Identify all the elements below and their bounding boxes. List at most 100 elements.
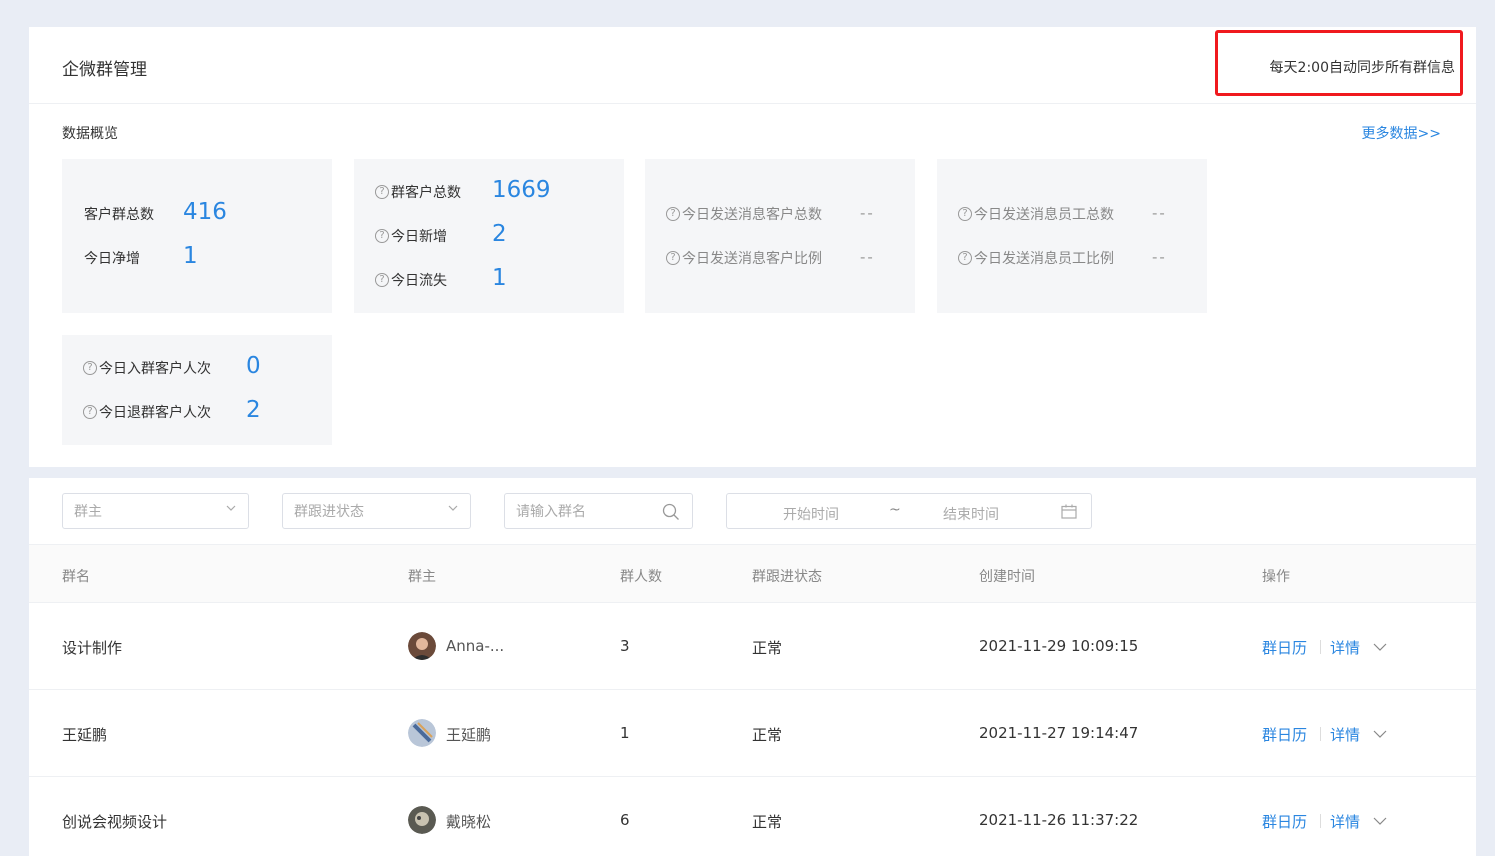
stat-row: ? 今日入群客户人次	[83, 353, 211, 383]
chevron-down-icon[interactable]	[1373, 641, 1387, 653]
group-name: 王延鹏	[62, 726, 108, 744]
help-circle-icon[interactable]: ?	[375, 185, 389, 199]
stat-label: 今日净增	[84, 251, 140, 267]
page-title: 企微群管理	[62, 60, 147, 80]
follow-status: 正常	[752, 726, 783, 744]
stat-value: 1	[183, 243, 198, 269]
divider	[1320, 814, 1321, 828]
owner-select[interactable]: 群主	[62, 493, 249, 529]
stat-label: 今日退群客户人次	[99, 405, 211, 421]
help-circle-icon[interactable]: ?	[83, 361, 97, 375]
group-calendar-link[interactable]: 群日历	[1262, 724, 1307, 745]
overview-panel: 企微群管理 每天2:00自动同步所有群信息 数据概览 更多数据>> 客户群总数 …	[29, 27, 1476, 467]
help-circle-icon[interactable]: ?	[958, 251, 972, 265]
stat-label: 客户群总数	[84, 207, 154, 223]
stat-row: ? 今日发送消息客户比例	[666, 243, 822, 273]
status-select-placeholder: 群跟进状态	[294, 504, 364, 520]
help-circle-icon[interactable]: ?	[375, 229, 389, 243]
stat-row: 今日净增	[84, 243, 140, 273]
column-header: 群名	[62, 569, 90, 585]
search-icon[interactable]	[662, 503, 680, 521]
date-range-picker[interactable]: 开始时间 ~ 结束时间	[726, 493, 1092, 529]
follow-status: 正常	[752, 639, 783, 657]
table-header: 群名 群主 群人数 群跟进状态 创建时间 操作	[29, 544, 1476, 603]
group-name: 设计制作	[62, 639, 123, 657]
range-separator: ~	[889, 502, 901, 518]
table-row: 创说会视频设计 戴晓松 6 正常 2021-11-26 11:37:22 群日历…	[29, 777, 1476, 856]
stat-card-groups: 客户群总数 416 今日净增 1	[62, 159, 332, 313]
stat-card-customers: ? 群客户总数 1669 ? 今日新增 2 ? 今日流失 1	[354, 159, 624, 313]
chevron-down-icon[interactable]	[1373, 815, 1387, 827]
stat-card-join-leave: ? 今日入群客户人次 0 ? 今日退群客户人次 2	[62, 335, 332, 445]
stat-row: ? 今日发送消息员工比例	[958, 243, 1114, 273]
column-header: 群主	[408, 569, 436, 585]
group-name: 创说会视频设计	[62, 813, 168, 831]
follow-status: 正常	[752, 813, 783, 831]
member-count: 3	[620, 637, 630, 655]
help-circle-icon[interactable]: ?	[958, 207, 972, 221]
stat-card-employee-messages: ? 今日发送消息员工总数 -- ? 今日发送消息员工比例 --	[937, 159, 1207, 313]
stat-label: 今日发送消息客户比例	[682, 251, 822, 267]
stat-value: 0	[246, 353, 261, 379]
stat-label: 今日发送消息客户总数	[682, 207, 822, 223]
divider	[1320, 727, 1321, 741]
chevron-down-icon[interactable]	[1373, 728, 1387, 740]
group-owner: Anna-...	[446, 637, 505, 655]
stat-label: 今日流失	[391, 273, 447, 289]
owner-select-placeholder: 群主	[74, 504, 102, 520]
help-circle-icon[interactable]: ?	[666, 251, 680, 265]
more-data-link[interactable]: 更多数据>>	[1362, 123, 1441, 143]
avatar	[408, 719, 436, 747]
stat-value: --	[1152, 204, 1167, 222]
help-circle-icon[interactable]: ?	[375, 273, 389, 287]
stat-row: ? 群客户总数	[375, 177, 461, 207]
stat-row: ? 今日新增	[375, 221, 447, 251]
end-time-input[interactable]: 结束时间	[943, 504, 999, 524]
help-circle-icon[interactable]: ?	[83, 405, 97, 419]
column-header: 群人数	[620, 569, 662, 585]
divider	[1320, 640, 1321, 654]
status-select[interactable]: 群跟进状态	[282, 493, 471, 529]
group-calendar-link[interactable]: 群日历	[1262, 637, 1307, 658]
detail-link[interactable]: 详情	[1330, 811, 1360, 832]
detail-link[interactable]: 详情	[1330, 724, 1360, 745]
group-owner: 王延鹏	[446, 726, 492, 744]
sync-note: 每天2:00自动同步所有群信息	[1269, 60, 1455, 76]
stat-label: 今日新增	[391, 229, 447, 245]
stat-row: ? 今日发送消息员工总数	[958, 199, 1114, 229]
created-time: 2021-11-27 19:14:47	[979, 724, 1139, 742]
stat-label: 今日发送消息员工比例	[974, 251, 1114, 267]
column-header: 创建时间	[979, 569, 1035, 585]
member-count: 6	[620, 811, 630, 829]
stat-value: 2	[246, 397, 261, 423]
start-time-input[interactable]: 开始时间	[783, 504, 839, 524]
table-row: 王延鹏 王延鹏 1 正常 2021-11-27 19:14:47 群日历 详情	[29, 690, 1476, 777]
created-time: 2021-11-29 10:09:15	[979, 637, 1139, 655]
stat-value: --	[860, 204, 875, 222]
overview-title: 数据概览	[62, 126, 118, 142]
stat-value: 2	[492, 221, 507, 247]
chevron-down-icon	[448, 505, 458, 511]
stat-value: 416	[183, 199, 227, 225]
search-input[interactable]: 请输入群名	[516, 501, 586, 521]
created-time: 2021-11-26 11:37:22	[979, 811, 1139, 829]
chevron-down-icon	[226, 505, 236, 511]
table-row: 设计制作 Anna-... 3 正常 2021-11-29 10:09:15 群…	[29, 603, 1476, 690]
group-calendar-link[interactable]: 群日历	[1262, 811, 1307, 832]
stat-label: 群客户总数	[391, 185, 461, 201]
column-header: 操作	[1262, 569, 1290, 585]
group-owner: 戴晓松	[446, 813, 492, 831]
stat-row: ? 今日退群客户人次	[83, 397, 211, 427]
group-name-search[interactable]: 请输入群名	[504, 493, 693, 529]
stat-card-customer-messages: ? 今日发送消息客户总数 -- ? 今日发送消息客户比例 --	[645, 159, 915, 313]
stat-value: 1	[492, 265, 507, 291]
stat-label: 今日发送消息员工总数	[974, 207, 1114, 223]
help-circle-icon[interactable]: ?	[666, 207, 680, 221]
member-count: 1	[620, 724, 630, 742]
column-header: 群跟进状态	[752, 569, 822, 585]
detail-link[interactable]: 详情	[1330, 637, 1360, 658]
stat-row: ? 今日流失	[375, 265, 447, 295]
group-list-panel: 群主 群跟进状态 请输入群名 开始时间 ~ 结束时间 群名 群主 群人数 群跟进…	[29, 478, 1476, 856]
stat-value: 1669	[492, 177, 551, 203]
stat-value: --	[860, 248, 875, 266]
